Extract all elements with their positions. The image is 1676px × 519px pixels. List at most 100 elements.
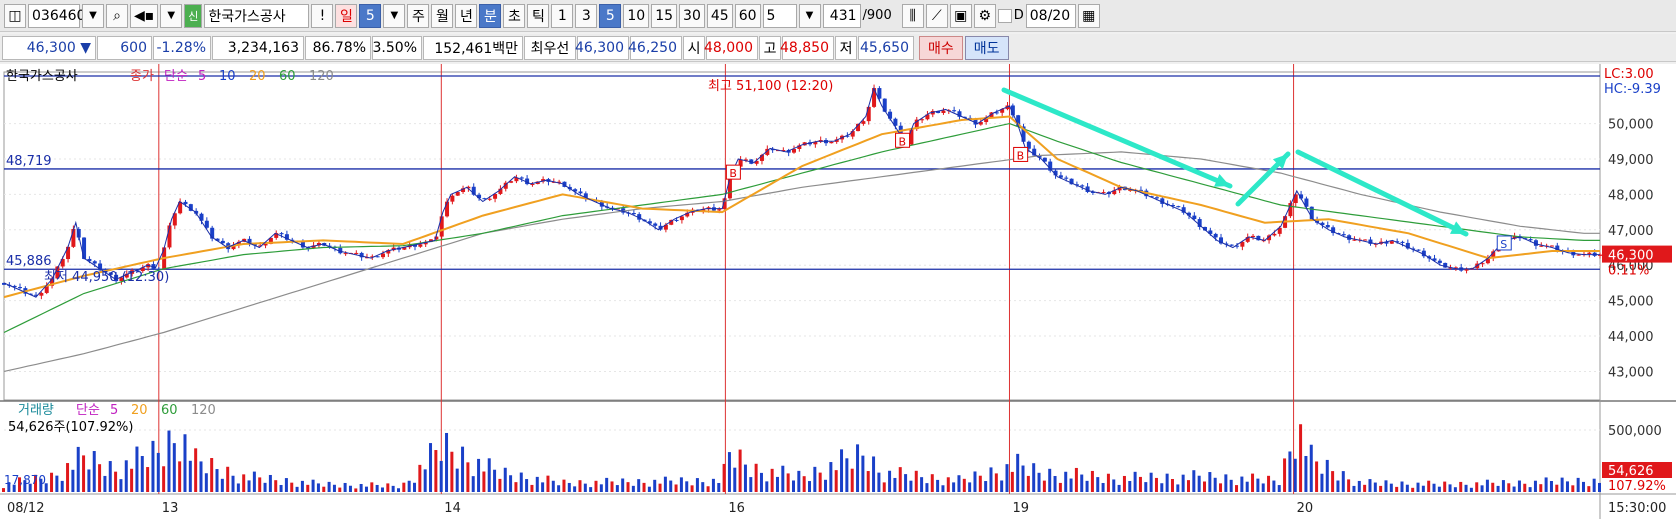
interval-15-button[interactable]: 15 [651, 3, 678, 28]
volume-bar [1560, 477, 1564, 492]
volume-bar [258, 477, 262, 492]
stock-code-input[interactable]: 036460 [28, 3, 85, 28]
period-second-button[interactable]: 초 [503, 3, 526, 28]
chart-type-icon[interactable]: ◫ [4, 3, 26, 28]
interval-60-button[interactable]: 60 [734, 3, 761, 28]
count-dropdown-icon[interactable]: ▼ [798, 3, 821, 28]
period-year-button[interactable]: 년 [455, 3, 478, 28]
volume-bar [71, 469, 75, 492]
volume-bar [1133, 471, 1137, 492]
save-icon[interactable]: ▣ [949, 3, 972, 28]
volume-bar [813, 466, 817, 492]
volume-bar [1576, 477, 1580, 492]
line-style-icon[interactable]: ⟋ [925, 3, 948, 28]
volume-bar [1074, 467, 1078, 492]
period-day-button[interactable]: 일 [335, 3, 358, 28]
volume-bar [391, 485, 395, 492]
volume-bar [263, 482, 267, 492]
signal-marker-label: B [899, 135, 907, 148]
period-week-button[interactable]: 주 [407, 3, 430, 28]
volume-bar [685, 481, 689, 492]
volume-bar [247, 480, 251, 492]
speaker-icon[interactable]: ◀▪ [130, 3, 159, 28]
bars-field[interactable]: 431 [822, 3, 861, 28]
volume-bar [1154, 477, 1158, 492]
volume-bar [2, 488, 5, 492]
volume-bar [615, 485, 619, 492]
volume-bar [578, 480, 582, 492]
date-field[interactable]: 08/20 [1025, 3, 1076, 28]
candle-body [1213, 233, 1218, 238]
candle-body [1400, 241, 1405, 243]
volume-bar [471, 476, 475, 492]
high-value: 48,850 [780, 35, 834, 60]
volume-bar [364, 486, 368, 492]
volume-bar [151, 440, 155, 492]
volume-bar [946, 477, 950, 492]
interval-3-button[interactable]: 3 [575, 3, 598, 28]
code-dropdown-icon[interactable]: ▼ [82, 3, 104, 28]
period-dropdown-icon[interactable]: ▼ [383, 3, 406, 28]
volume-bar [583, 483, 587, 492]
candle-body [631, 213, 636, 215]
volume-bar [295, 486, 299, 492]
volume-bar [599, 484, 603, 492]
buy-button[interactable]: 매수 [919, 35, 963, 60]
volume-bar [1224, 474, 1228, 492]
volume-bar [1149, 472, 1153, 492]
d-checkbox[interactable] [997, 8, 1012, 23]
volume-bar [348, 485, 352, 492]
period-num-field[interactable]: 5 [359, 3, 382, 28]
sell-button[interactable]: 매도 [964, 35, 1009, 60]
legend-stock-name: 한국가스공사 [6, 69, 78, 84]
period-month-button[interactable]: 월 [431, 3, 454, 28]
search-icon[interactable]: ⌕ [106, 3, 128, 28]
candle-body [418, 244, 423, 247]
alert-button[interactable]: ! [311, 3, 334, 28]
count-field[interactable]: 5 [762, 3, 797, 28]
volume-bar [1069, 478, 1073, 492]
volume-bar [76, 446, 80, 492]
volume-bar [279, 484, 283, 492]
interval-45-button[interactable]: 45 [706, 3, 733, 28]
legend-ma-10: 10 [219, 69, 236, 84]
volume-bar [108, 461, 112, 492]
interval-buttons: 1 3 5 10 15 30 45 60 [551, 3, 761, 28]
volume-bar [396, 488, 400, 492]
candle-body [487, 198, 492, 200]
volume-bar [1010, 471, 1014, 492]
volume-bar [679, 477, 683, 492]
y-tick-label: 43,000 [1608, 365, 1654, 380]
candle-style-icon[interactable]: ⫼ [901, 3, 924, 28]
stock-name-field[interactable]: 한국가스공사 [204, 3, 310, 28]
interval-10-button[interactable]: 10 [623, 3, 650, 28]
candle-body [1272, 233, 1277, 236]
interval-1-button[interactable]: 1 [551, 3, 574, 28]
volume-bar [434, 450, 438, 492]
gear-icon[interactable]: ⚙ [973, 3, 996, 28]
interval-5-button[interactable]: 5 [599, 3, 622, 28]
interval-30-button[interactable]: 30 [679, 3, 705, 28]
period-tick-button[interactable]: 틱 [527, 3, 550, 28]
volume-bar [226, 466, 230, 492]
best-ask: 46,300 [575, 35, 629, 60]
volume-bar [503, 467, 507, 492]
volume-bar [1288, 451, 1292, 492]
calendar-icon[interactable]: ▦ [1077, 3, 1100, 28]
volume-bar [775, 476, 779, 492]
volume-bar [1117, 484, 1121, 492]
volume-legend-ma-5: 5 [110, 403, 118, 418]
low-label: 저 [835, 35, 857, 60]
volume-bar [386, 483, 390, 492]
candle-body [375, 256, 380, 258]
volume-bar [1405, 484, 1409, 492]
volume-bar [461, 446, 465, 492]
speaker-dropdown-icon[interactable]: ▼ [160, 3, 183, 28]
volume-bar [1411, 487, 1415, 492]
volume-bar [930, 474, 934, 492]
period-minute-button[interactable]: 분 [479, 3, 502, 28]
price-chart[interactable]: BBBS 50,00049,00048,00047,00046,00045,00… [0, 64, 1676, 519]
volume-bar [103, 475, 107, 492]
candle-body [941, 110, 946, 113]
volume-bar [824, 479, 828, 492]
